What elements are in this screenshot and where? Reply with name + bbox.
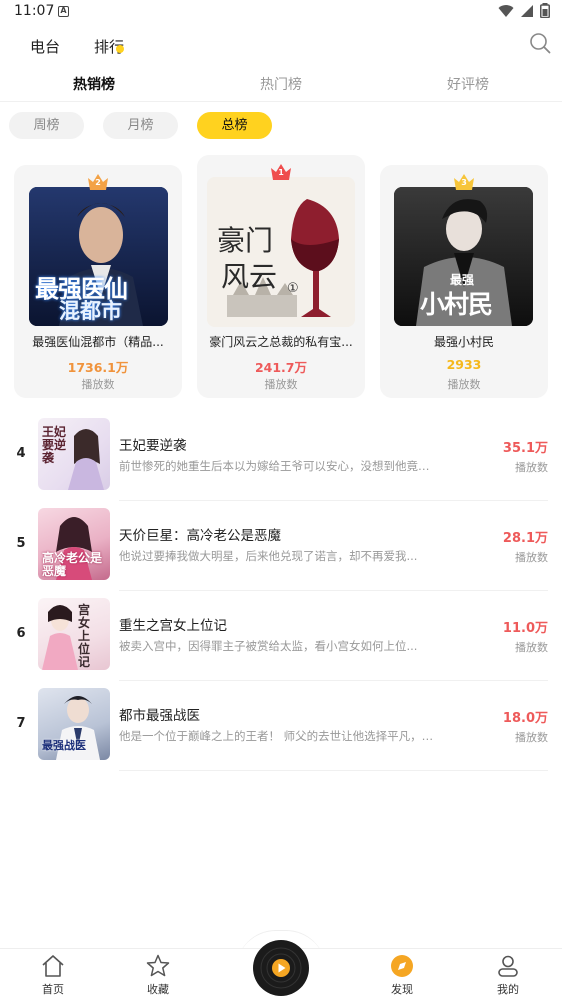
list-description: 前世惨死的她重生后本以为嫁给王爷可以安心，没想到他竟然... — [119, 459, 434, 473]
list-item[interactable]: 4 王妃要逆袭 王妃要逆袭 前世惨死的她重生后本以为嫁给王爷可以安心，没想到他竟… — [0, 412, 562, 502]
period-filter: 周榜 月榜 总榜 — [0, 112, 562, 140]
cover-title-line1: 豪门 — [217, 224, 274, 257]
tab-bestseller[interactable]: 热销榜 — [34, 74, 154, 94]
list-title: 王妃要逆袭 — [119, 438, 187, 454]
divider — [119, 680, 548, 681]
list-title: 都市最强战医 — [119, 708, 200, 724]
tab-popular[interactable]: 热门榜 — [221, 74, 341, 94]
podium-count: 241.7万 — [254, 360, 308, 375]
book-cover: 最强 小村民 — [394, 187, 533, 326]
list-plays-label: 播放数 — [515, 731, 548, 744]
crown-icon: 3 — [452, 172, 476, 192]
bottom-nav-home[interactable]: 首页 — [18, 953, 88, 997]
notification-icon: A — [58, 6, 69, 17]
pill-overall[interactable]: 总榜 — [197, 112, 272, 139]
pill-weekly[interactable]: 周榜 — [9, 112, 84, 139]
podium-count: 1736.1万 — [67, 360, 129, 375]
book-thumbnail: 宫女上位记 — [38, 598, 110, 670]
cover-volume: ① — [287, 281, 299, 296]
search-icon[interactable] — [528, 31, 552, 55]
cover-title-line2: 风云 — [221, 260, 278, 293]
podium-plays-label: 播放数 — [264, 378, 298, 391]
status-bar: 11:07 A — [0, 0, 562, 24]
list-description: 他说过要捧我做大明星，后来他兑现了诺言，却不再爱我... — [119, 549, 418, 563]
podium-card-rank-2[interactable]: 最强医仙 混都市 2 最强医仙混都市（精品... 1736.1万 播放数 — [14, 165, 182, 398]
book-thumbnail: 高冷老公是恶魔 — [38, 508, 110, 580]
list-item[interactable]: 6 宫女上位记 重生之宫女上位记 被卖入宫中，因得罪主子被赏给太监，看小宫女如何… — [0, 592, 562, 682]
list-plays-label: 播放数 — [515, 641, 548, 654]
compass-icon — [391, 955, 413, 977]
divider — [119, 590, 548, 591]
cover-title: 王妃要逆袭 — [42, 425, 67, 465]
list-rank: 5 — [16, 536, 26, 551]
pill-monthly[interactable]: 月榜 — [103, 112, 178, 139]
cover-title-line2: 混都市 — [59, 299, 122, 323]
bottom-nav-label: 首页 — [42, 983, 64, 996]
divider — [119, 770, 548, 771]
list-description: 他是一个位于巅峰之上的王者！ 师父的去世让他选择平凡，回到了离开十多... — [119, 729, 434, 743]
list-count: 35.1万 — [502, 441, 548, 456]
star-icon — [146, 954, 170, 977]
bottom-nav-favorites[interactable]: 收藏 — [123, 953, 193, 997]
cover-title: 宫女上位记 — [78, 603, 91, 669]
user-icon — [498, 955, 518, 977]
divider — [119, 500, 548, 501]
podium-title: 豪门风云之总裁的私有宝... — [209, 335, 353, 349]
book-thumbnail: 最强战医 — [38, 688, 110, 760]
bottom-nav-discover[interactable]: 发现 — [367, 953, 437, 997]
battery-icon — [540, 3, 550, 18]
list-count: 18.0万 — [502, 711, 548, 726]
list-rank: 7 — [16, 716, 26, 731]
home-icon — [42, 955, 64, 977]
vinyl-play-icon — [254, 941, 308, 995]
signal-icon — [521, 4, 533, 17]
podium-card-rank-3[interactable]: 最强 小村民 3 最强小村民 2933 播放数 — [380, 165, 548, 398]
list-item[interactable]: 5 高冷老公是恶魔 天价巨星：高冷老公是恶魔 他说过要捧我做大明星，后来他兑现了… — [0, 502, 562, 592]
cover-title: 高冷老公是恶魔 — [42, 551, 103, 578]
bottom-nav-label: 发现 — [391, 983, 413, 996]
crown-icon: 1 — [269, 162, 293, 182]
list-plays-label: 播放数 — [515, 461, 548, 474]
list-count: 28.1万 — [502, 531, 548, 546]
podium-title: 最强小村民 — [433, 335, 494, 349]
book-thumbnail: 王妃要逆袭 — [38, 418, 110, 490]
crown-rank: 2 — [95, 178, 101, 187]
status-time: 11:07 — [14, 3, 55, 19]
wifi-icon — [498, 4, 514, 17]
list-count: 11.0万 — [502, 621, 548, 636]
status-icons — [498, 3, 550, 18]
crown-rank: 3 — [461, 178, 467, 187]
cover-title-line2: 小村民 — [420, 290, 493, 319]
tab-top-rated[interactable]: 好评榜 — [408, 74, 528, 94]
podium-count: 2933 — [446, 357, 482, 372]
bottom-nav-label: 收藏 — [147, 983, 169, 996]
list-title: 天价巨星：高冷老公是恶魔 — [119, 528, 281, 544]
player-button[interactable] — [253, 940, 309, 996]
bottom-nav-label: 我的 — [497, 983, 519, 996]
crown-icon: 2 — [86, 172, 110, 192]
book-cover: 豪门 风云 ① — [207, 177, 355, 327]
podium-title: 最强医仙混都市（精品... — [32, 335, 164, 349]
list-item[interactable]: 7 最强战医 都市最强战医 他是一个位于巅峰之上的王者！ 师父的去世让他选择平凡… — [0, 682, 562, 772]
list-title: 重生之宫女上位记 — [119, 618, 227, 634]
crown-rank: 1 — [278, 168, 284, 177]
bottom-nav-profile[interactable]: 我的 — [473, 953, 543, 997]
podium-plays-label: 播放数 — [81, 378, 115, 391]
list-rank: 6 — [16, 626, 26, 641]
list-rank: 4 — [16, 446, 26, 461]
nav-active-dot — [116, 45, 124, 53]
list-description: 被卖入宫中，因得罪主子被赏给太监，看小宫女如何上位... — [119, 639, 418, 653]
nav-radio[interactable]: 电台 — [30, 36, 60, 57]
podium-card-rank-1[interactable]: 豪门 风云 ① 1 豪门风云之总裁的私有宝... 241.7万 播放数 — [197, 155, 365, 398]
book-cover: 最强医仙 混都市 — [29, 187, 168, 326]
cover-title: 最强战医 — [42, 739, 86, 752]
list-plays-label: 播放数 — [515, 551, 548, 564]
top-nav: 电台 排行 — [0, 28, 562, 62]
podium-plays-label: 播放数 — [447, 378, 481, 391]
ranking-tabs: 热销榜 热门榜 好评榜 — [0, 66, 562, 102]
